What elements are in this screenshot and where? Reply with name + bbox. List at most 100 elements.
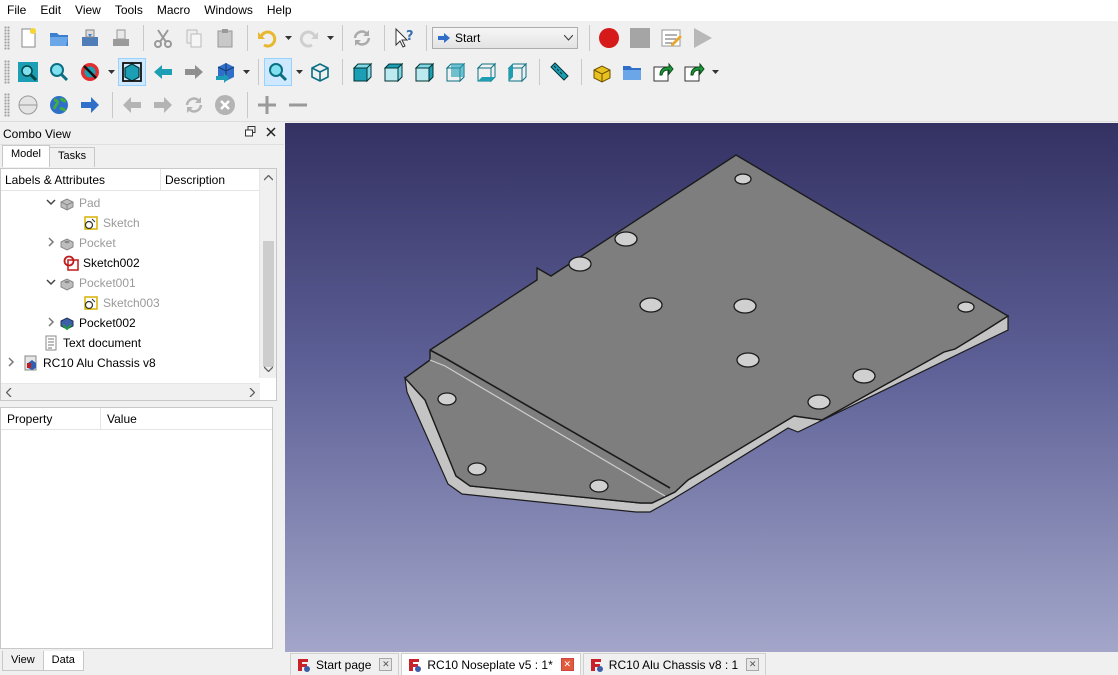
tree-item-sketch[interactable]: Sketch <box>81 213 140 233</box>
tab-model[interactable]: Model <box>2 145 50 167</box>
float-panel-icon[interactable] <box>245 126 256 140</box>
3d-viewport[interactable] <box>285 123 1118 652</box>
cut-button[interactable] <box>149 24 177 52</box>
tree-item-pad[interactable]: Pad <box>45 193 100 213</box>
tree-item-rc10-alu-chassis[interactable]: RC10 Alu Chassis v8 <box>5 353 156 373</box>
redo-dropdown[interactable] <box>326 24 334 52</box>
make-sublink-button[interactable] <box>680 58 708 86</box>
standard-views-dropdown[interactable] <box>295 58 303 86</box>
tree-item-pocket[interactable]: Pocket <box>45 233 116 253</box>
save-button[interactable] <box>76 24 104 52</box>
forward-button[interactable] <box>180 58 208 86</box>
paste-button[interactable] <box>211 24 239 52</box>
close-icon[interactable]: ✕ <box>560 658 574 671</box>
fit-all-button[interactable] <box>14 58 42 86</box>
menu-macro[interactable]: Macro <box>150 0 197 21</box>
standard-views-button[interactable] <box>264 58 292 86</box>
create-part-button[interactable] <box>587 58 615 86</box>
workbench-selector[interactable]: Start <box>432 27 578 49</box>
expand-arrow-icon[interactable] <box>45 198 57 209</box>
tree-item-sketch002[interactable]: Sketch002 <box>61 253 140 273</box>
go-button[interactable] <box>76 91 104 119</box>
refresh-button[interactable] <box>348 24 376 52</box>
redo-button[interactable] <box>295 24 323 52</box>
open-button[interactable] <box>45 24 73 52</box>
link-actions-dropdown[interactable] <box>711 58 719 86</box>
scroll-up-icon[interactable] <box>263 173 274 183</box>
web-home-button[interactable] <box>14 91 42 119</box>
run-macro-button[interactable] <box>688 24 716 52</box>
make-link-button[interactable] <box>649 58 677 86</box>
tree-item-pocket002[interactable]: Pocket002 <box>45 313 136 333</box>
zoom-out-button[interactable] <box>284 91 312 119</box>
column-labels-attributes[interactable]: Labels & Attributes <box>1 169 161 190</box>
web-forward-button[interactable] <box>149 91 177 119</box>
scroll-left-icon[interactable] <box>5 387 12 399</box>
open-website-button[interactable] <box>45 91 73 119</box>
tab-view[interactable]: View <box>2 651 44 671</box>
doc-tab-start-page[interactable]: Start page ✕ <box>290 653 400 675</box>
chevron-right-icon[interactable] <box>45 316 57 330</box>
back-button[interactable] <box>149 58 177 86</box>
bottom-view-button[interactable] <box>472 58 500 86</box>
sync-view-button[interactable] <box>211 58 239 86</box>
web-refresh-button[interactable] <box>180 91 208 119</box>
create-group-button[interactable] <box>618 58 646 86</box>
tree-item-pocket001[interactable]: Pocket001 <box>45 273 136 293</box>
record-macro-button[interactable] <box>595 24 623 52</box>
measure-distance-button[interactable] <box>545 58 573 86</box>
tree-item-text-document[interactable]: Text document <box>41 333 141 353</box>
right-view-button[interactable] <box>410 58 438 86</box>
undo-button[interactable] <box>253 24 281 52</box>
column-description[interactable]: Description <box>161 169 225 190</box>
undo-dropdown[interactable] <box>284 24 292 52</box>
isometric-view-button[interactable] <box>306 58 334 86</box>
menu-edit[interactable]: Edit <box>33 0 68 21</box>
web-stop-button[interactable] <box>211 91 239 119</box>
expand-arrow-icon[interactable] <box>45 278 57 289</box>
toolbar-grip[interactable] <box>4 60 10 84</box>
column-value[interactable]: Value <box>101 408 137 429</box>
scroll-down-icon[interactable] <box>263 364 274 374</box>
chevron-right-icon[interactable] <box>5 356 17 370</box>
menu-view[interactable]: View <box>68 0 108 21</box>
scrollbar-thumb[interactable] <box>263 241 274 367</box>
tree-vertical-scrollbar[interactable] <box>259 169 276 378</box>
copy-button[interactable] <box>180 24 208 52</box>
menu-help[interactable]: Help <box>260 0 299 21</box>
tab-data[interactable]: Data <box>42 651 84 671</box>
chevron-right-icon[interactable] <box>45 236 57 250</box>
front-view-button[interactable] <box>348 58 376 86</box>
scroll-right-icon[interactable] <box>249 387 256 399</box>
draw-style-dropdown[interactable] <box>107 58 115 86</box>
doc-tab-rc10-alu-chassis[interactable]: RC10 Alu Chassis v8 : 1 ✕ <box>582 653 767 675</box>
noseplate-model[interactable] <box>285 123 1118 652</box>
fit-selection-button[interactable] <box>45 58 73 86</box>
menu-file[interactable]: File <box>0 0 33 21</box>
save-as-button[interactable] <box>107 24 135 52</box>
tree-horizontal-scrollbar[interactable] <box>1 383 260 400</box>
top-view-button[interactable] <box>379 58 407 86</box>
new-document-button[interactable] <box>14 24 42 52</box>
menu-windows[interactable]: Windows <box>197 0 260 21</box>
tab-tasks[interactable]: Tasks <box>48 147 96 167</box>
edit-macro-button[interactable] <box>657 24 685 52</box>
whats-this-button[interactable]: ? <box>390 24 418 52</box>
stop-macro-button[interactable] <box>626 24 654 52</box>
toolbar-grip[interactable] <box>4 93 10 117</box>
rear-view-button[interactable] <box>441 58 469 86</box>
close-icon[interactable]: ✕ <box>746 658 760 671</box>
bounding-box-button[interactable] <box>118 58 146 86</box>
left-view-button[interactable] <box>503 58 531 86</box>
menu-tools[interactable]: Tools <box>108 0 150 21</box>
close-icon[interactable]: ✕ <box>379 658 393 671</box>
web-back-button[interactable] <box>118 91 146 119</box>
tree-item-sketch003[interactable]: Sketch003 <box>81 293 160 313</box>
column-property[interactable]: Property <box>1 408 101 429</box>
sync-view-dropdown[interactable] <box>242 58 250 86</box>
toolbar-grip[interactable] <box>4 26 10 50</box>
doc-tab-rc10-noseplate[interactable]: RC10 Noseplate v5 : 1* ✕ <box>401 653 581 675</box>
zoom-in-button[interactable] <box>253 91 281 119</box>
close-panel-icon[interactable] <box>266 126 276 140</box>
draw-style-button[interactable] <box>76 58 104 86</box>
